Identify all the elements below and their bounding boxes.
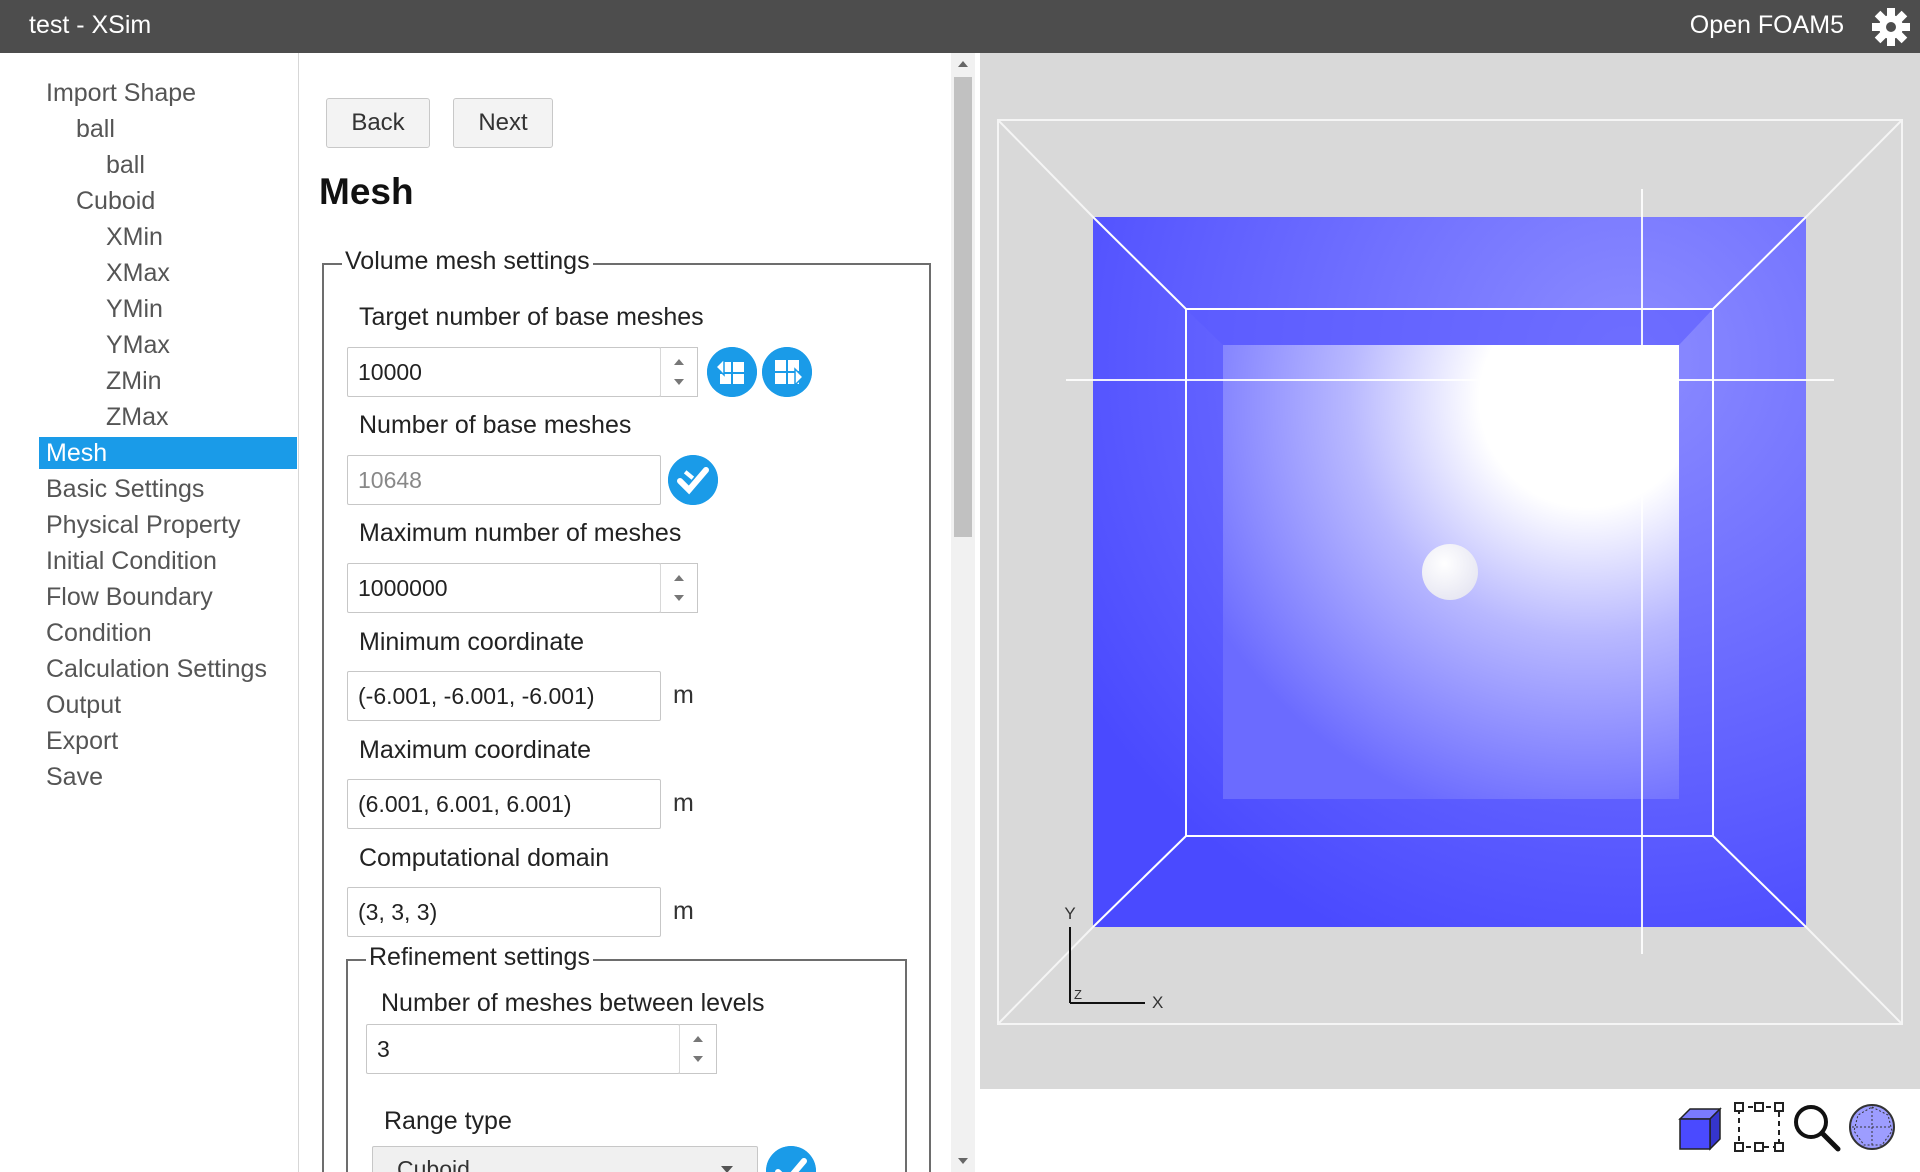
window-title: test - XSim xyxy=(29,11,152,39)
max-meshes-label: Maximum number of meshes xyxy=(359,519,682,547)
tree-item-ball[interactable]: ball xyxy=(76,113,115,145)
viewport-toolbar xyxy=(980,1089,1920,1172)
tree-item-basic-settings[interactable]: Basic Settings xyxy=(46,473,204,505)
tree-item-xmin[interactable]: XMin xyxy=(106,221,163,253)
tree-item-physical-property[interactable]: Physical Property xyxy=(46,509,241,541)
target-meshes-input[interactable]: 10000 xyxy=(347,347,661,397)
solver-label: Open FOAM5 xyxy=(1689,11,1844,39)
mesh-settings-panel: Back Next Mesh Volume mesh settings Targ… xyxy=(300,53,951,1172)
base-meshes-field: 10648 xyxy=(347,455,661,505)
tree-item-initial-condition[interactable]: Initial Condition xyxy=(46,545,217,577)
3d-viewport[interactable]: Y X Z xyxy=(980,53,1920,1089)
next-button[interactable]: Next xyxy=(453,98,553,148)
page-title: Mesh xyxy=(319,171,414,212)
tree-item-cuboid[interactable]: Cuboid xyxy=(76,185,155,217)
tree-item-import-shape[interactable]: Import Shape xyxy=(46,77,196,109)
min-coordinate-label: Minimum coordinate xyxy=(359,628,585,656)
zoom-icon[interactable] xyxy=(1790,1101,1842,1153)
computational-domain-label: Computational domain xyxy=(359,844,610,872)
tree-item-zmin[interactable]: ZMin xyxy=(106,365,162,397)
tree-item-save[interactable]: Save xyxy=(46,761,103,793)
cube-view-icon[interactable] xyxy=(1674,1101,1726,1153)
computational-domain-input[interactable]: (3, 3, 3) xyxy=(347,887,661,937)
mesh-split-icon[interactable] xyxy=(707,347,757,397)
min-coordinate-unit: m xyxy=(673,681,694,709)
tree-item-ball-child[interactable]: ball xyxy=(106,149,145,181)
box-select-icon[interactable] xyxy=(1733,1101,1785,1153)
volume-mesh-legend: Volume mesh settings xyxy=(342,247,593,276)
max-coordinate-input[interactable]: (6.001, 6.001, 6.001) xyxy=(347,779,661,829)
tree-item-ymax[interactable]: YMax xyxy=(106,329,170,361)
max-meshes-input[interactable]: 1000000 xyxy=(347,563,661,613)
form-scrollbar[interactable] xyxy=(951,53,975,1172)
range-type-select[interactable]: Cuboid xyxy=(372,1146,758,1172)
tree-item-ymin[interactable]: YMin xyxy=(106,293,163,325)
target-meshes-stepper[interactable] xyxy=(660,347,698,397)
tree-item-mesh[interactable]: Mesh xyxy=(39,437,297,469)
axis-y-label: Y xyxy=(1064,904,1075,923)
chevron-down-icon xyxy=(721,1166,733,1172)
tree-item-calculation-settings[interactable]: Calculation Settings xyxy=(46,653,267,685)
ball-shape xyxy=(1422,544,1478,600)
levels-input[interactable]: 3 xyxy=(366,1024,680,1074)
tree-item-xmax[interactable]: XMax xyxy=(106,257,170,289)
target-meshes-label: Target number of base meshes xyxy=(359,303,704,331)
tree-item-condition[interactable]: Condition xyxy=(46,617,152,649)
max-coordinate-label: Maximum coordinate xyxy=(359,736,592,764)
scene-canvas: Y X Z xyxy=(997,119,1903,1025)
tree-item-output[interactable]: Output xyxy=(46,689,121,721)
tree-item-flow-boundary[interactable]: Flow Boundary xyxy=(46,581,213,613)
tree-item-zmax[interactable]: ZMax xyxy=(106,401,169,433)
levels-stepper[interactable] xyxy=(679,1024,717,1074)
back-button[interactable]: Back xyxy=(326,98,430,148)
base-meshes-label: Number of base meshes xyxy=(359,411,632,439)
axis-z-label: Z xyxy=(1074,987,1082,1002)
scroll-down-icon[interactable] xyxy=(958,1158,968,1164)
levels-label: Number of meshes between levels xyxy=(381,989,765,1017)
gear-icon[interactable] xyxy=(1870,6,1912,48)
scroll-up-icon[interactable] xyxy=(958,61,968,67)
max-coordinate-unit: m xyxy=(673,789,694,817)
max-meshes-stepper[interactable] xyxy=(660,563,698,613)
computational-domain-unit: m xyxy=(673,897,694,925)
min-coordinate-input[interactable]: (-6.001, -6.001, -6.001) xyxy=(347,671,661,721)
mesh-sphere-icon[interactable] xyxy=(1846,1101,1898,1153)
axis-x-label: X xyxy=(1152,993,1163,1012)
range-type-label: Range type xyxy=(384,1107,512,1135)
scrollbar-thumb[interactable] xyxy=(954,77,972,537)
mesh-merge-icon[interactable] xyxy=(762,347,812,397)
navigation-tree: Import Shape ball ball Cuboid XMin XMax … xyxy=(0,53,299,1172)
tree-item-export[interactable]: Export xyxy=(46,725,118,757)
range-type-value: Cuboid xyxy=(397,1156,470,1172)
title-bar: test - XSim Open FOAM5 xyxy=(0,0,1920,53)
refinement-legend: Refinement settings xyxy=(366,943,593,972)
apply-check-icon[interactable] xyxy=(668,455,718,505)
